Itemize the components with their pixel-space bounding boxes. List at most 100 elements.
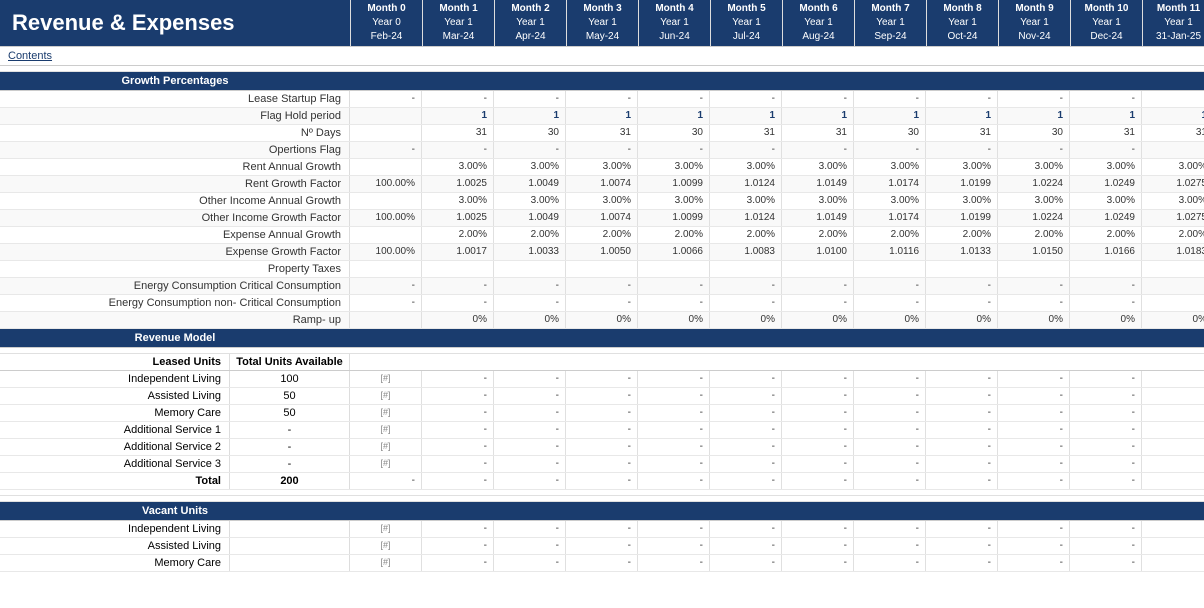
growth-data-cell: - (638, 278, 710, 294)
growth-data-cell: - (998, 295, 1070, 311)
vacant-cell: - (782, 555, 854, 571)
leased-cell: - (422, 405, 494, 421)
leased-cell: - (494, 456, 566, 472)
leased-row-cells: [#]------------ (350, 371, 1204, 387)
growth-data-cell: 1.0049 (494, 176, 566, 192)
contents-link[interactable]: Contents (8, 50, 52, 62)
leased-cell: - (854, 405, 926, 421)
vacant-cell: - (422, 555, 494, 571)
leased-cell: - (854, 388, 926, 404)
growth-rows: Lease Startup Flag-------------Flag Hold… (0, 91, 1204, 329)
growth-data-cell: 1.0033 (494, 244, 566, 260)
month-col-5: Month 5Year 1Jul-24 (710, 0, 782, 46)
growth-data-cell: 1 (1070, 108, 1142, 124)
growth-data-cell: 1.0025 (422, 210, 494, 226)
leased-units-header-row: Leased Units Total Units Available (0, 354, 1204, 371)
growth-data-cell: 1.0275 (1142, 176, 1204, 192)
growth-data-cell: - (926, 278, 998, 294)
vacant-cell: - (638, 555, 710, 571)
leased-data-row: Additional Service 1-[#]------------ (0, 422, 1204, 439)
growth-row-label: Expense Annual Growth (0, 227, 350, 243)
vacant-data-row: Assisted Living[#]------------ (0, 538, 1204, 555)
growth-row-label: Ramp- up (0, 312, 350, 328)
leased-cell: - (638, 439, 710, 455)
growth-data-cell: 2.00% (494, 227, 566, 243)
leased-cell: - (710, 371, 782, 387)
growth-data-cell: 3.00% (926, 193, 998, 209)
month-col-8: Month 8Year 1Oct-24 (926, 0, 998, 46)
month-col-3: Month 3Year 1May-24 (566, 0, 638, 46)
growth-data-cell: 1 (854, 108, 926, 124)
growth-row-cells: 111111111111 (350, 108, 1204, 124)
growth-data-cell: 31 (422, 125, 494, 141)
leased-cell: - (1142, 456, 1204, 472)
growth-data-cell (782, 261, 854, 277)
leased-cell: - (1142, 388, 1204, 404)
leased-total-cell: - (566, 473, 638, 489)
growth-data-cell: 3.00% (710, 193, 782, 209)
growth-data-cell: - (566, 142, 638, 158)
leased-cell: - (782, 405, 854, 421)
leased-cell: - (854, 371, 926, 387)
leased-cell: - (1142, 371, 1204, 387)
vacant-cell: - (926, 538, 998, 554)
growth-data-cell: 1.0099 (638, 176, 710, 192)
vacant-data-row: Memory Care[#]------------ (0, 555, 1204, 572)
growth-row-cells: 2.00%2.00%2.00%2.00%2.00%2.00%2.00%2.00%… (350, 227, 1204, 243)
growth-data-cell: 3.00% (1142, 193, 1204, 209)
leased-row-label: Additional Service 1 (0, 422, 230, 438)
growth-data-cell: 0% (1142, 312, 1204, 328)
month-col-2: Month 2Year 1Apr-24 (494, 0, 566, 46)
growth-data-cell: 1.0017 (422, 244, 494, 260)
leased-cell: - (998, 456, 1070, 472)
growth-row-label: Energy Consumption non- Critical Consump… (0, 295, 350, 311)
growth-row-label: Rent Annual Growth (0, 159, 350, 175)
leased-cell: - (710, 456, 782, 472)
growth-data-row: Opertions Flag------------- (0, 142, 1204, 159)
leased-cell: - (710, 439, 782, 455)
leased-cell: [#] (350, 422, 422, 438)
growth-data-cell: 1.0199 (926, 210, 998, 226)
growth-data-cell: 1.0116 (854, 244, 926, 260)
page-title: Revenue & Expenses (12, 10, 235, 36)
growth-data-cell (1070, 261, 1142, 277)
contents-cell: Contents (0, 47, 350, 65)
vacant-cell: - (566, 521, 638, 537)
growth-data-cell: - (926, 91, 998, 107)
growth-row-label: Opertions Flag (0, 142, 350, 158)
growth-row-cells: 100.00%1.00251.00491.00741.00991.01241.0… (350, 176, 1204, 192)
leased-cell: - (494, 405, 566, 421)
growth-data-cell: - (350, 142, 422, 158)
leased-cell: [#] (350, 405, 422, 421)
growth-row-cells: 100.00%1.00251.00491.00741.00991.01241.0… (350, 210, 1204, 226)
growth-data-cell: 1.0249 (1070, 176, 1142, 192)
leased-total-cell: - (1070, 473, 1142, 489)
leased-header-right (350, 354, 1204, 370)
growth-data-cell: 3.00% (710, 159, 782, 175)
vacant-cell: - (782, 521, 854, 537)
leased-total-cell: - (494, 473, 566, 489)
growth-data-cell: 31 (710, 125, 782, 141)
growth-data-cell: - (1070, 91, 1142, 107)
growth-data-cell (494, 261, 566, 277)
vacant-cell: - (782, 538, 854, 554)
main-container: Revenue & Expenses Month 0Year 0Feb-24 Mo… (0, 0, 1204, 572)
leased-cell: - (638, 405, 710, 421)
leased-cell: - (926, 422, 998, 438)
growth-data-cell: - (782, 278, 854, 294)
growth-data-cell: - (926, 295, 998, 311)
month-col-0: Month 0Year 0Feb-24 (350, 0, 422, 46)
title-cell: Revenue & Expenses (0, 0, 350, 46)
growth-data-row: Energy Consumption non- Critical Consump… (0, 295, 1204, 312)
growth-data-cell: 2.00% (1142, 227, 1204, 243)
vacant-cell: - (566, 538, 638, 554)
growth-data-cell: 0% (710, 312, 782, 328)
leased-cell: - (638, 422, 710, 438)
growth-row-label: Nº Days (0, 125, 350, 141)
leased-cell: - (854, 439, 926, 455)
vacant-section-right (350, 502, 1204, 520)
leased-cell: - (1142, 405, 1204, 421)
growth-section-label: Growth Percentages (0, 72, 350, 90)
leased-total-cell: - (710, 473, 782, 489)
vacant-cell: - (1070, 555, 1142, 571)
